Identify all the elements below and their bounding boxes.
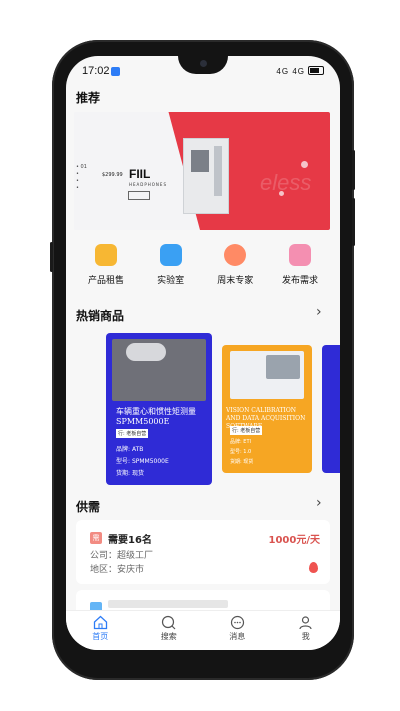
category-publish[interactable]: 发布需求 (268, 244, 332, 292)
product-card[interactable]: 车辆重心和惯性矩测量 SPMM5000E 行: 老板自营 品牌: ATB 型号:… (106, 333, 212, 485)
tab-label: 消息 (229, 632, 246, 641)
product-brand: 品牌: ATB (116, 446, 144, 453)
banner-subtitle: HEADPHONES (129, 182, 167, 187)
product-stock: 货期: 现货 (230, 459, 254, 465)
battery-icon (308, 66, 324, 75)
volume-button (50, 242, 53, 272)
category-product-rental[interactable]: 产品租售 (74, 244, 138, 292)
banner-cta-button[interactable] (128, 191, 150, 200)
category-weekend-expert[interactable]: 周末专家 (203, 244, 267, 292)
search-icon (161, 615, 176, 630)
product-card[interactable] (322, 345, 340, 473)
supply-price: 1000元/天 (268, 535, 320, 546)
product-tag: 行: 老板自营 (116, 429, 149, 438)
laptop-image (266, 355, 300, 379)
supply-title-placeholder (108, 600, 228, 608)
category-menu: 产品租售 实验室 周末专家 发布需求 (74, 244, 332, 292)
product-stock: 货期: 现货 (116, 470, 144, 477)
category-label: 产品租售 (87, 276, 124, 286)
product-tag: 行: 老板自营 (230, 426, 263, 435)
tab-label: 首页 (92, 632, 109, 641)
demand-badge: 需 (90, 532, 102, 544)
product-rental-icon (95, 244, 117, 266)
supply-demand-title: 供需 (76, 500, 101, 514)
banner-ghost-text: eless (260, 170, 312, 195)
category-label: 实验室 (157, 276, 185, 286)
supply-region: 地区：安庆市 (90, 565, 145, 575)
carousel-indicator[interactable] (194, 220, 215, 230)
side-button (352, 198, 355, 246)
banner-side-marks: • 01 • • • (76, 164, 87, 191)
banner-hotspot (279, 191, 284, 196)
tab-search[interactable]: 搜索 (135, 611, 204, 650)
car-image (126, 343, 166, 361)
device-frame: 17:02 4G 4G 推荐 • 01 • • • $299.99 FIIL HEAD… (0, 0, 400, 711)
tab-profile[interactable]: 我 (272, 611, 341, 650)
recommend-title: 推荐 (76, 91, 101, 105)
product-title: 车辆重心和惯性矩测量 SPMM5000E (116, 407, 196, 426)
app-screen: 17:02 4G 4G 推荐 • 01 • • • $299.99 FIIL HEAD… (66, 56, 340, 650)
banner-logo: FIIL (129, 167, 151, 181)
user-icon (298, 615, 313, 630)
message-icon (230, 615, 245, 630)
tab-messages[interactable]: 消息 (203, 611, 272, 650)
machine-panel (214, 146, 222, 196)
hot-flame-icon (309, 562, 318, 573)
product-model: 型号: 1.0 (230, 449, 252, 455)
expert-icon (224, 244, 247, 266)
banner-hotspot (301, 161, 308, 168)
status-time: 17:02 (82, 65, 110, 77)
supply-company: 公司：超级工厂 (90, 551, 154, 561)
promo-banner[interactable]: • 01 • • • $299.99 FIIL HEADPHONES eless (74, 112, 330, 230)
category-label: 发布需求 (281, 276, 318, 286)
category-lab[interactable]: 实验室 (139, 244, 203, 292)
tab-home[interactable]: 首页 (66, 611, 135, 650)
chevron-right-icon[interactable]: › (316, 304, 322, 320)
notification-icon (111, 67, 120, 76)
chevron-right-icon[interactable]: › (316, 495, 322, 511)
signal-icon: 4G 4G (276, 67, 305, 76)
machine-window (191, 150, 209, 172)
tab-label: 我 (301, 632, 310, 641)
product-model: 型号: SPMM5000E (116, 458, 169, 465)
camera-icon (200, 60, 207, 67)
supply-card[interactable]: 需 需要16名 1000元/天 公司：超级工厂 地区：安庆市 (76, 520, 330, 584)
bottom-tab-bar: 首页 搜索 消息 我 (66, 610, 340, 650)
power-button (352, 150, 355, 190)
supply-title: 需要16名 (108, 535, 152, 546)
tab-label: 搜索 (160, 632, 177, 641)
publish-icon (288, 244, 311, 266)
banner-price: $299.99 (102, 172, 123, 178)
lab-icon (159, 244, 182, 266)
home-icon (93, 615, 108, 630)
product-card[interactable]: VISION CALIBRATION AND DATA ACQUISITION … (222, 345, 312, 473)
product-brand: 品牌: ETI (230, 439, 251, 445)
category-label: 周末专家 (217, 276, 254, 286)
status-indicators: 4G 4G (276, 65, 324, 76)
hot-products-title: 热销商品 (76, 309, 125, 323)
